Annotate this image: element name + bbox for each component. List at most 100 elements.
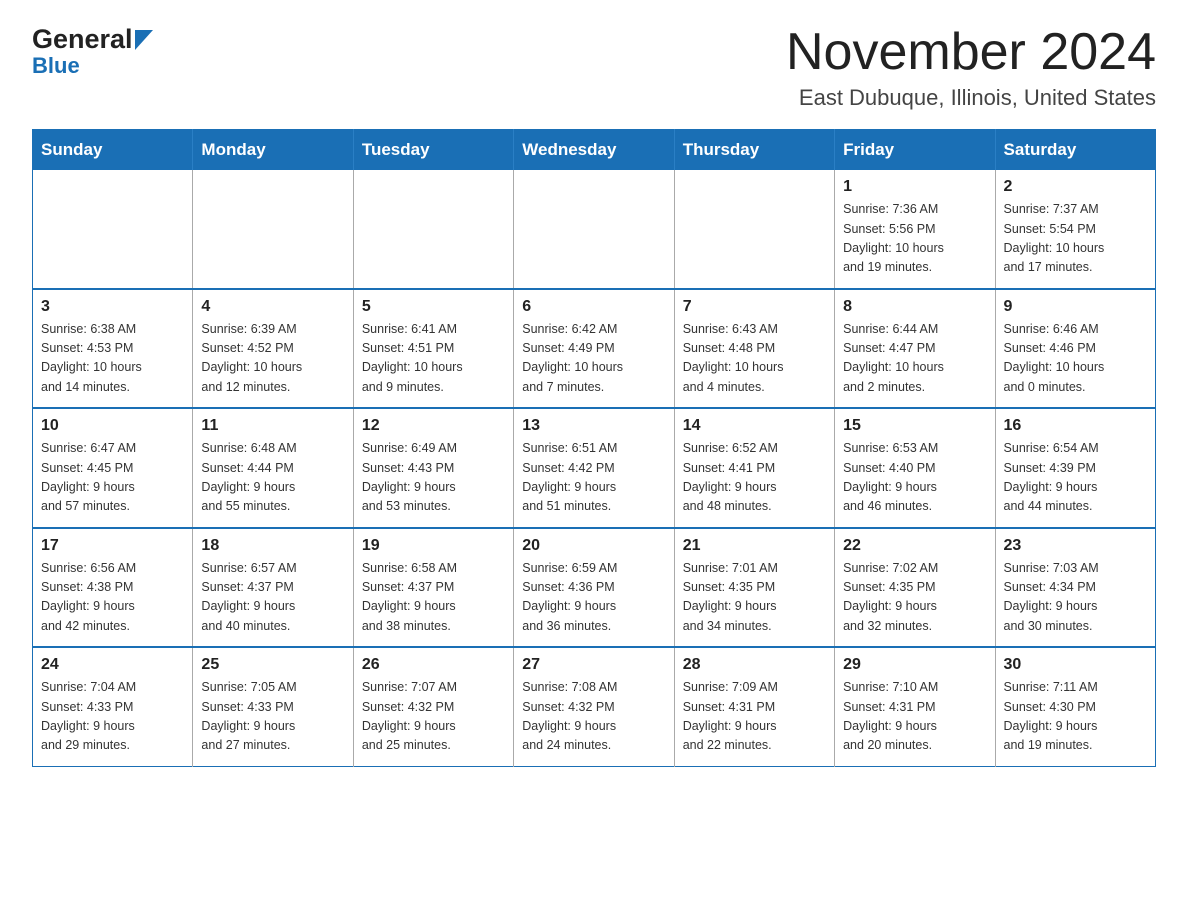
calendar-cell: 3 Sunrise: 6:38 AM Sunset: 4:53 PM Daylig… xyxy=(33,289,193,409)
day-info: Sunrise: 7:04 AM Sunset: 4:33 PM Dayligh… xyxy=(41,678,184,756)
calendar-cell: 11 Sunrise: 6:48 AM Sunset: 4:44 PM Dayli… xyxy=(193,408,353,528)
week-row-4: 17 Sunrise: 6:56 AM Sunset: 4:38 PM Dayli… xyxy=(33,528,1156,648)
week-row-5: 24 Sunrise: 7:04 AM Sunset: 4:33 PM Dayli… xyxy=(33,647,1156,766)
calendar-cell xyxy=(674,170,834,289)
day-number: 3 xyxy=(41,298,184,316)
day-info: Sunrise: 6:51 AM Sunset: 4:42 PM Dayligh… xyxy=(522,439,665,517)
day-number: 30 xyxy=(1004,656,1147,674)
logo-blue-text: Blue xyxy=(32,53,80,79)
calendar-cell: 24 Sunrise: 7:04 AM Sunset: 4:33 PM Dayli… xyxy=(33,647,193,766)
day-number: 2 xyxy=(1004,178,1147,196)
month-title: November 2024 xyxy=(786,24,1156,81)
day-info: Sunrise: 7:01 AM Sunset: 4:35 PM Dayligh… xyxy=(683,559,826,637)
day-info: Sunrise: 6:58 AM Sunset: 4:37 PM Dayligh… xyxy=(362,559,505,637)
day-info: Sunrise: 6:38 AM Sunset: 4:53 PM Dayligh… xyxy=(41,320,184,398)
weekday-header-row: SundayMondayTuesdayWednesdayThursdayFrid… xyxy=(33,130,1156,171)
day-number: 23 xyxy=(1004,537,1147,555)
calendar-cell: 14 Sunrise: 6:52 AM Sunset: 4:41 PM Dayli… xyxy=(674,408,834,528)
day-info: Sunrise: 7:02 AM Sunset: 4:35 PM Dayligh… xyxy=(843,559,986,637)
weekday-header-thursday: Thursday xyxy=(674,130,834,171)
day-number: 16 xyxy=(1004,417,1147,435)
calendar-cell: 9 Sunrise: 6:46 AM Sunset: 4:46 PM Daylig… xyxy=(995,289,1155,409)
calendar-table: SundayMondayTuesdayWednesdayThursdayFrid… xyxy=(32,129,1156,767)
weekday-header-saturday: Saturday xyxy=(995,130,1155,171)
calendar-cell: 23 Sunrise: 7:03 AM Sunset: 4:34 PM Dayli… xyxy=(995,528,1155,648)
calendar-cell: 27 Sunrise: 7:08 AM Sunset: 4:32 PM Dayli… xyxy=(514,647,674,766)
day-info: Sunrise: 7:37 AM Sunset: 5:54 PM Dayligh… xyxy=(1004,200,1147,278)
calendar-cell: 6 Sunrise: 6:42 AM Sunset: 4:49 PM Daylig… xyxy=(514,289,674,409)
calendar-cell: 8Sunrise: 6:44 AM Sunset: 4:47 PM Daylig… xyxy=(835,289,995,409)
day-number: 9 xyxy=(1004,298,1147,316)
day-number: 26 xyxy=(362,656,505,674)
logo-general-text: General xyxy=(32,24,133,55)
day-number: 5 xyxy=(362,298,505,316)
day-number: 27 xyxy=(522,656,665,674)
day-number: 24 xyxy=(41,656,184,674)
calendar-cell: 2 Sunrise: 7:37 AM Sunset: 5:54 PM Daylig… xyxy=(995,170,1155,289)
calendar-cell: 5Sunrise: 6:41 AM Sunset: 4:51 PM Daylig… xyxy=(353,289,513,409)
day-number: 19 xyxy=(362,537,505,555)
calendar-cell: 7Sunrise: 6:43 AM Sunset: 4:48 PM Daylig… xyxy=(674,289,834,409)
weekday-header-friday: Friday xyxy=(835,130,995,171)
calendar-cell: 20 Sunrise: 6:59 AM Sunset: 4:36 PM Dayli… xyxy=(514,528,674,648)
day-info: Sunrise: 6:39 AM Sunset: 4:52 PM Dayligh… xyxy=(201,320,344,398)
day-number: 29 xyxy=(843,656,986,674)
week-row-1: 1 Sunrise: 7:36 AM Sunset: 5:56 PM Daylig… xyxy=(33,170,1156,289)
day-number: 14 xyxy=(683,417,826,435)
calendar-cell xyxy=(33,170,193,289)
week-row-2: 3 Sunrise: 6:38 AM Sunset: 4:53 PM Daylig… xyxy=(33,289,1156,409)
day-number: 20 xyxy=(522,537,665,555)
day-number: 13 xyxy=(522,417,665,435)
calendar-cell: 16 Sunrise: 6:54 AM Sunset: 4:39 PM Dayli… xyxy=(995,408,1155,528)
day-number: 25 xyxy=(201,656,344,674)
calendar-cell: 15 Sunrise: 6:53 AM Sunset: 4:40 PM Dayli… xyxy=(835,408,995,528)
day-number: 8 xyxy=(843,298,986,316)
day-number: 18 xyxy=(201,537,344,555)
day-number: 28 xyxy=(683,656,826,674)
day-number: 11 xyxy=(201,417,344,435)
calendar-cell: 13 Sunrise: 6:51 AM Sunset: 4:42 PM Dayli… xyxy=(514,408,674,528)
day-number: 17 xyxy=(41,537,184,555)
day-info: Sunrise: 7:10 AM Sunset: 4:31 PM Dayligh… xyxy=(843,678,986,756)
day-info: Sunrise: 6:56 AM Sunset: 4:38 PM Dayligh… xyxy=(41,559,184,637)
day-number: 10 xyxy=(41,417,184,435)
day-info: Sunrise: 7:09 AM Sunset: 4:31 PM Dayligh… xyxy=(683,678,826,756)
day-info: Sunrise: 7:08 AM Sunset: 4:32 PM Dayligh… xyxy=(522,678,665,756)
day-info: Sunrise: 6:54 AM Sunset: 4:39 PM Dayligh… xyxy=(1004,439,1147,517)
logo: General Blue xyxy=(32,24,153,79)
day-info: Sunrise: 6:42 AM Sunset: 4:49 PM Dayligh… xyxy=(522,320,665,398)
day-info: Sunrise: 7:03 AM Sunset: 4:34 PM Dayligh… xyxy=(1004,559,1147,637)
day-number: 12 xyxy=(362,417,505,435)
calendar-cell: 28 Sunrise: 7:09 AM Sunset: 4:31 PM Dayli… xyxy=(674,647,834,766)
calendar-cell: 22Sunrise: 7:02 AM Sunset: 4:35 PM Dayli… xyxy=(835,528,995,648)
header: General Blue November 2024 East Dubuque,… xyxy=(32,24,1156,111)
day-info: Sunrise: 6:46 AM Sunset: 4:46 PM Dayligh… xyxy=(1004,320,1147,398)
day-info: Sunrise: 6:43 AM Sunset: 4:48 PM Dayligh… xyxy=(683,320,826,398)
calendar-cell: 25 Sunrise: 7:05 AM Sunset: 4:33 PM Dayli… xyxy=(193,647,353,766)
calendar-cell xyxy=(193,170,353,289)
location-title: East Dubuque, Illinois, United States xyxy=(786,85,1156,111)
weekday-header-sunday: Sunday xyxy=(33,130,193,171)
calendar-cell: 10 Sunrise: 6:47 AM Sunset: 4:45 PM Dayli… xyxy=(33,408,193,528)
week-row-3: 10 Sunrise: 6:47 AM Sunset: 4:45 PM Dayli… xyxy=(33,408,1156,528)
calendar-cell: 21 Sunrise: 7:01 AM Sunset: 4:35 PM Dayli… xyxy=(674,528,834,648)
day-info: Sunrise: 7:05 AM Sunset: 4:33 PM Dayligh… xyxy=(201,678,344,756)
day-info: Sunrise: 7:11 AM Sunset: 4:30 PM Dayligh… xyxy=(1004,678,1147,756)
day-info: Sunrise: 7:36 AM Sunset: 5:56 PM Dayligh… xyxy=(843,200,986,278)
calendar-cell: 26Sunrise: 7:07 AM Sunset: 4:32 PM Dayli… xyxy=(353,647,513,766)
day-number: 6 xyxy=(522,298,665,316)
day-number: 15 xyxy=(843,417,986,435)
day-info: Sunrise: 6:53 AM Sunset: 4:40 PM Dayligh… xyxy=(843,439,986,517)
calendar-cell: 12 Sunrise: 6:49 AM Sunset: 4:43 PM Dayli… xyxy=(353,408,513,528)
day-number: 21 xyxy=(683,537,826,555)
day-info: Sunrise: 6:59 AM Sunset: 4:36 PM Dayligh… xyxy=(522,559,665,637)
calendar-cell: 30 Sunrise: 7:11 AM Sunset: 4:30 PM Dayli… xyxy=(995,647,1155,766)
day-info: Sunrise: 6:52 AM Sunset: 4:41 PM Dayligh… xyxy=(683,439,826,517)
title-area: November 2024 East Dubuque, Illinois, Un… xyxy=(786,24,1156,111)
day-info: Sunrise: 6:49 AM Sunset: 4:43 PM Dayligh… xyxy=(362,439,505,517)
weekday-header-monday: Monday xyxy=(193,130,353,171)
day-info: Sunrise: 6:48 AM Sunset: 4:44 PM Dayligh… xyxy=(201,439,344,517)
day-number: 1 xyxy=(843,178,986,196)
day-info: Sunrise: 6:47 AM Sunset: 4:45 PM Dayligh… xyxy=(41,439,184,517)
calendar-cell xyxy=(514,170,674,289)
